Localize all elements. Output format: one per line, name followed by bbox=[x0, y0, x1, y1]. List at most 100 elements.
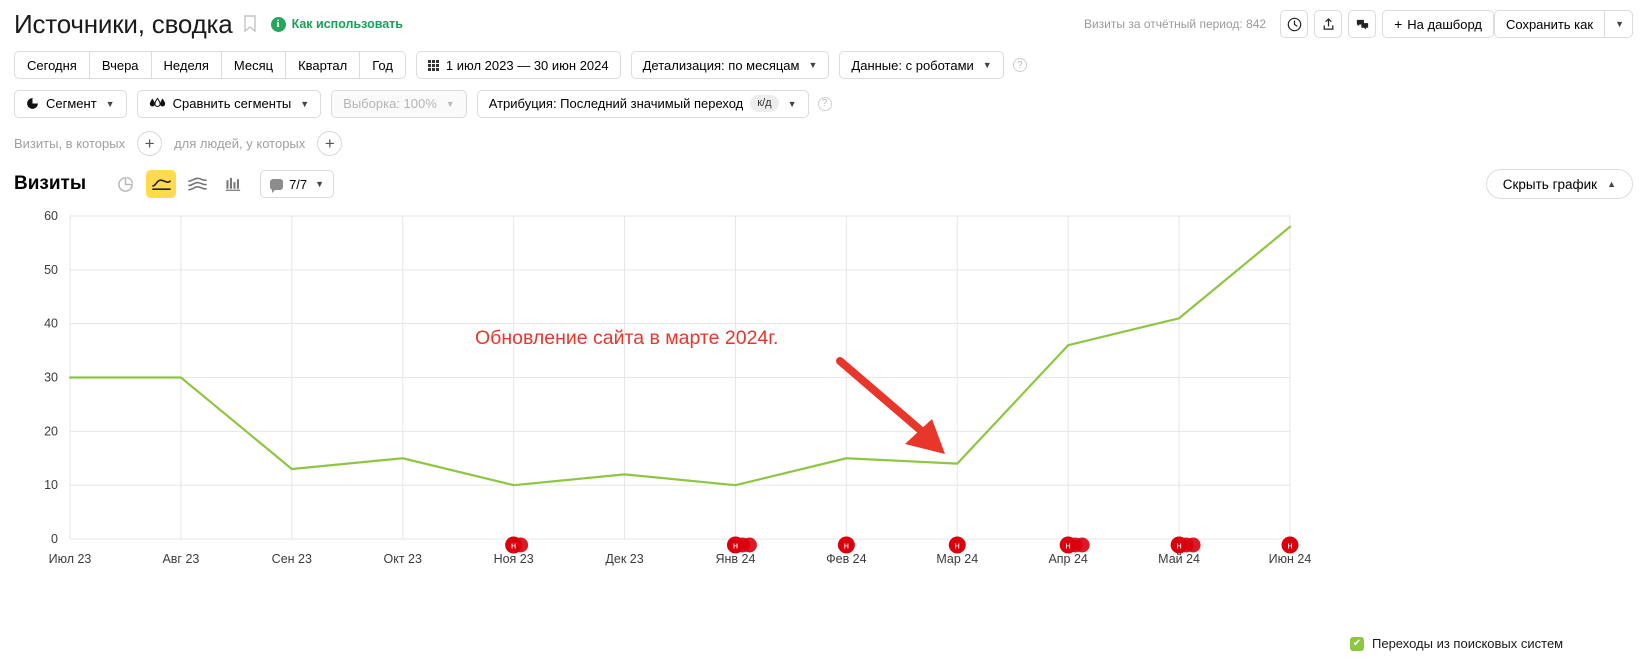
date-range-label: 1 июл 2023 — 30 июн 2024 bbox=[445, 57, 609, 73]
compare-segments-label: Сравнить сегменты bbox=[172, 96, 292, 111]
pie-chart-icon bbox=[27, 98, 38, 109]
svg-text:Июл 23: Июл 23 bbox=[49, 552, 92, 566]
bar-chart-view-icon[interactable] bbox=[218, 170, 248, 198]
save-as-dropdown-toggle[interactable]: ▼ bbox=[1604, 10, 1633, 38]
event-marker[interactable]: н bbox=[948, 536, 966, 554]
how-to-use-link[interactable]: i Как использовать bbox=[270, 16, 403, 32]
compare-segments-dropdown[interactable]: Сравнить сегменты ▼ bbox=[136, 89, 322, 118]
event-marker[interactable]: н bbox=[837, 536, 855, 554]
line-chart-view-icon[interactable] bbox=[146, 170, 177, 198]
bookmark-icon[interactable] bbox=[243, 15, 257, 33]
hide-chart-button[interactable]: Скрыть график ▲ bbox=[1485, 169, 1633, 199]
svg-text:20: 20 bbox=[44, 424, 58, 438]
date-range-picker[interactable]: 1 июл 2023 — 30 июн 2024 bbox=[415, 51, 621, 79]
event-marker[interactable]: н bbox=[505, 536, 529, 554]
period-quarter[interactable]: Квартал bbox=[286, 51, 361, 79]
svg-text:Дек 23: Дек 23 bbox=[605, 552, 643, 566]
save-as-label: Сохранить как bbox=[1505, 16, 1594, 32]
metrics-count-label: 7/7 bbox=[289, 176, 308, 192]
svg-text:50: 50 bbox=[44, 263, 58, 277]
filter-toolbar: Визиты, в которых + для людей, у которых… bbox=[0, 118, 1647, 158]
segment-dropdown[interactable]: Сегмент ▼ bbox=[14, 89, 127, 118]
calendar-icon bbox=[427, 59, 439, 71]
segment-label: Сегмент bbox=[46, 96, 97, 111]
chevron-down-icon: ▼ bbox=[787, 98, 797, 109]
period-toolbar: Сегодня Вчера Неделя Месяц Квартал Год 1… bbox=[0, 42, 1647, 80]
speech-bubble-icon bbox=[270, 178, 284, 193]
chart-annotation-text: Обновление сайта в марте 2024г. bbox=[475, 327, 778, 349]
data-source-label: Данные: с роботами bbox=[851, 57, 974, 73]
sampling-dropdown: Выборка: 100% ▼ bbox=[331, 89, 467, 118]
chart-toolbar: Визиты 7/7 ▼ Скрыть график ▲ bbox=[0, 158, 1647, 200]
attribution-help-icon[interactable]: ? bbox=[817, 96, 832, 111]
chevron-down-icon: ▼ bbox=[315, 179, 325, 189]
data-source-dropdown[interactable]: Данные: с роботами ▼ bbox=[839, 51, 1004, 79]
svg-text:н: н bbox=[511, 540, 516, 551]
svg-text:Май 24: Май 24 bbox=[1158, 552, 1200, 566]
svg-text:10: 10 bbox=[44, 478, 58, 492]
add-people-filter-button[interactable]: + bbox=[317, 130, 343, 156]
svg-text:60: 60 bbox=[44, 209, 58, 223]
area-chart-view-icon[interactable] bbox=[182, 170, 212, 198]
svg-text:н: н bbox=[1066, 540, 1071, 551]
svg-text:н: н bbox=[1176, 540, 1181, 551]
svg-text:н: н bbox=[844, 540, 849, 551]
detalization-dropdown[interactable]: Детализация: по месяцам ▼ bbox=[630, 51, 830, 79]
svg-text:Сен 23: Сен 23 bbox=[272, 552, 312, 566]
attribution-dropdown[interactable]: Атрибуция: Последний значимый переход к/… bbox=[476, 89, 809, 118]
add-visits-filter-button[interactable]: + bbox=[137, 130, 163, 156]
event-marker[interactable]: н bbox=[726, 536, 757, 554]
data-source-help-icon[interactable]: ? bbox=[1012, 58, 1027, 72]
period-yesterday[interactable]: Вчера bbox=[89, 51, 152, 79]
segment-toolbar: Сегмент ▼ Сравнить сегменты ▼ Выборка: 1… bbox=[0, 80, 1647, 118]
svg-text:Ноя 23: Ноя 23 bbox=[494, 552, 534, 566]
detalization-label: Детализация: по месяцам bbox=[642, 57, 800, 73]
metrics-selector[interactable]: 7/7 ▼ bbox=[260, 170, 335, 198]
period-button-group: Сегодня Вчера Неделя Месяц Квартал Год bbox=[14, 51, 406, 79]
event-marker[interactable]: н bbox=[1281, 536, 1299, 554]
chevron-down-icon: ▼ bbox=[808, 60, 818, 70]
svg-text:0: 0 bbox=[51, 532, 58, 546]
plus-icon: + bbox=[1394, 16, 1403, 32]
save-as-button[interactable]: Сохранить как bbox=[1493, 10, 1605, 38]
visits-summary: Визиты за отчётный период: 842 bbox=[1083, 17, 1267, 31]
comments-icon[interactable] bbox=[1348, 10, 1377, 38]
compare-drops-icon bbox=[149, 97, 165, 107]
chart-legend: ✔ Переходы из поисковых систем bbox=[1350, 636, 1563, 651]
svg-text:Окт 23: Окт 23 bbox=[384, 552, 422, 566]
visits-line-chart[interactable]: 0 10 20 30 40 50 60 Июл 23 Авг 23 Сен 23 Окт 23 Ноя… bbox=[0, 206, 1647, 586]
svg-text:Авг 23: Авг 23 bbox=[162, 552, 199, 566]
page-header: Источники, сводка i Как использовать Виз… bbox=[0, 0, 1647, 42]
add-to-dashboard-button[interactable]: + На дашборд bbox=[1382, 10, 1494, 38]
svg-text:Апр 24: Апр 24 bbox=[1048, 552, 1087, 566]
chart-metric-title: Визиты bbox=[14, 173, 87, 194]
chart-area: 0 10 20 30 40 50 60 Июл 23 Авг 23 Сен 23 Окт 23 Ноя… bbox=[0, 206, 1647, 651]
period-today[interactable]: Сегодня bbox=[14, 51, 90, 79]
hide-chart-label: Скрыть график bbox=[1502, 176, 1598, 192]
svg-text:н: н bbox=[1287, 540, 1292, 551]
export-share-icon[interactable] bbox=[1314, 10, 1343, 38]
legend-label-search-traffic: Переходы из поисковых систем bbox=[1372, 636, 1564, 651]
period-year[interactable]: Год bbox=[360, 51, 406, 79]
pie-chart-view-icon[interactable] bbox=[110, 170, 140, 198]
legend-checkbox-search-traffic[interactable]: ✔ bbox=[1350, 636, 1364, 651]
chevron-down-icon: ▼ bbox=[982, 60, 992, 70]
period-week[interactable]: Неделя bbox=[151, 51, 222, 79]
history-clock-icon[interactable] bbox=[1280, 10, 1309, 38]
page-title: Источники, сводка bbox=[14, 8, 233, 39]
how-to-use-label: Как использовать bbox=[291, 17, 403, 31]
chevron-down-icon: ▼ bbox=[445, 98, 455, 109]
event-marker[interactable]: н bbox=[1170, 536, 1201, 554]
svg-text:Июн 24: Июн 24 bbox=[1269, 552, 1312, 566]
period-month[interactable]: Месяц bbox=[221, 51, 287, 79]
svg-text:40: 40 bbox=[44, 317, 58, 331]
add-to-dashboard-label: На дашборд bbox=[1407, 16, 1482, 32]
event-marker[interactable]: н bbox=[1059, 536, 1090, 554]
chart-annotation-arrow bbox=[836, 357, 945, 454]
svg-text:Янв 24: Янв 24 bbox=[715, 552, 755, 566]
svg-text:н: н bbox=[733, 540, 738, 551]
svg-text:н: н bbox=[955, 540, 960, 551]
info-icon: i bbox=[270, 16, 286, 32]
attribution-badge: к/д bbox=[750, 95, 779, 112]
chevron-down-icon: ▼ bbox=[300, 98, 310, 109]
